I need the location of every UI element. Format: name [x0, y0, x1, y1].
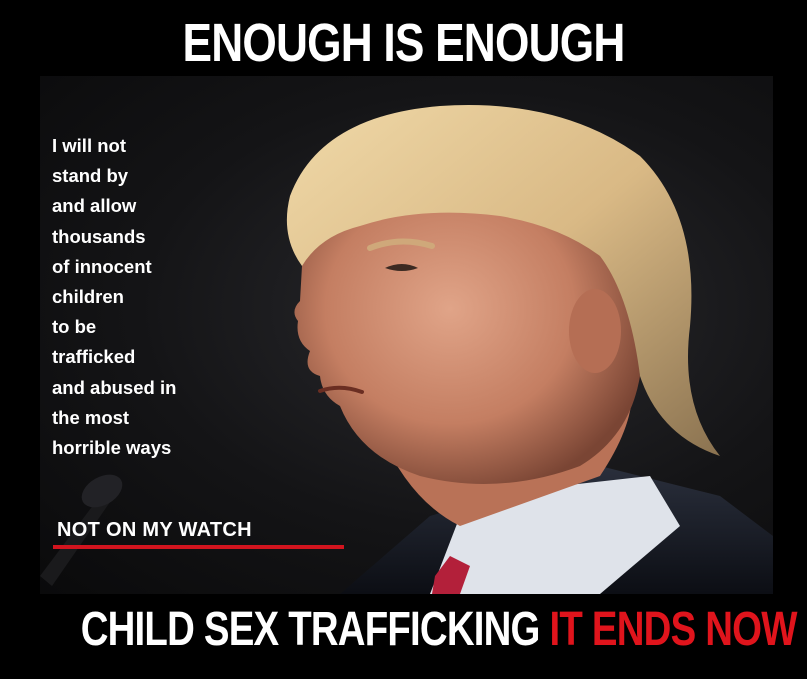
- quote-line: children: [52, 286, 124, 308]
- quote-line: I will not: [52, 135, 126, 156]
- quote-line: the most: [52, 406, 130, 428]
- quote-line: thousands: [52, 225, 146, 247]
- quote-line: and allow: [52, 195, 137, 217]
- quote-line: stand by: [52, 165, 129, 187]
- footer-white-text: CHILD SEX TRAFFICKING: [80, 603, 550, 656]
- quote-line: of innocent: [52, 255, 152, 277]
- tagline-underline: [53, 545, 344, 549]
- footer-red-text: IT ENDS NOW: [549, 603, 798, 656]
- headline: ENOUGH IS ENOUGH: [182, 13, 625, 73]
- tagline: NOT ON MY WATCH: [57, 519, 252, 541]
- quote-line: to be: [52, 316, 97, 338]
- quote-line: and abused in: [52, 376, 177, 398]
- quote-line: horrible ways: [52, 437, 172, 459]
- footer-banner: CHILD SEX TRAFFICKING IT ENDS NOW: [80, 602, 798, 657]
- quote-line: trafficked: [52, 346, 136, 368]
- poster: ENOUGH IS ENOUGH I will not stand by and…: [0, 0, 807, 679]
- quote-text: I will not stand by and allow thousands …: [52, 131, 252, 463]
- ear-shape: [569, 289, 621, 373]
